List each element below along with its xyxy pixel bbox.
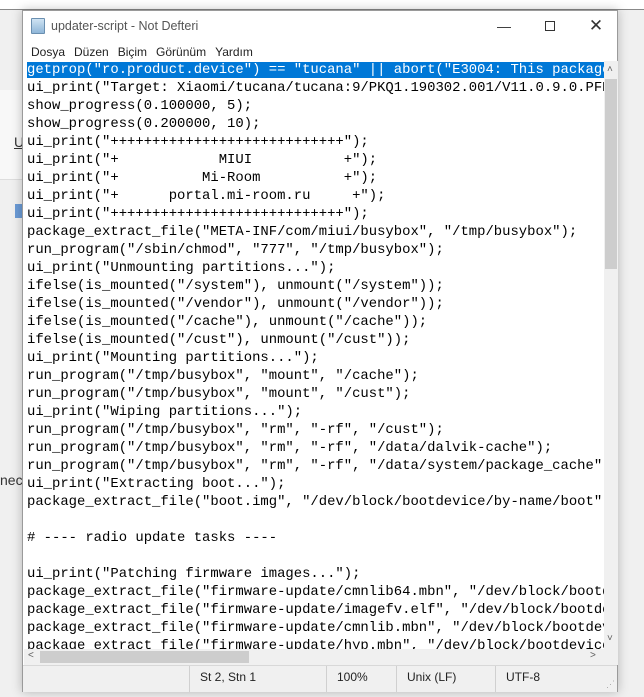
text-line[interactable]: package_extract_file("firmware-update/cm… bbox=[24, 583, 604, 601]
text-line[interactable]: ifelse(is_mounted("/cust"), unmount("/cu… bbox=[24, 331, 604, 349]
cursor-position: St 2, Stn 1 bbox=[189, 666, 256, 692]
menu-help[interactable]: Yardım bbox=[212, 45, 259, 59]
menu-bar: Dosya Düzen Biçim Görünüm Yardım bbox=[23, 41, 617, 63]
text-line[interactable]: ifelse(is_mounted("/cache"), unmount("/c… bbox=[24, 313, 604, 331]
text-line[interactable]: ifelse(is_mounted("/system"), unmount("/… bbox=[24, 277, 604, 295]
text-line[interactable]: ui_print("Patching firmware images..."); bbox=[24, 565, 604, 583]
line-text: ui_print("++++++++++++++++++++++++++++")… bbox=[27, 134, 369, 150]
text-line[interactable]: # ---- radio update tasks ---- bbox=[24, 529, 604, 547]
zoom-level: 100% bbox=[326, 666, 368, 692]
text-line[interactable]: getprop("ro.product.device") == "tucana"… bbox=[24, 61, 604, 79]
text-line[interactable]: ifelse(is_mounted("/vendor"), unmount("/… bbox=[24, 295, 604, 313]
line-ending: Unix (LF) bbox=[396, 666, 456, 692]
resize-grip-icon[interactable]: ⋰ bbox=[606, 679, 615, 690]
line-text: getprop("ro.product.device") == "tucana"… bbox=[27, 62, 604, 78]
text-line[interactable]: ui_print("Target: Xiaomi/tucana/tucana:9… bbox=[24, 79, 604, 97]
minimize-button[interactable]: — bbox=[481, 11, 527, 41]
text-line[interactable]: ui_print("+ portal.mi-room.ru +"); bbox=[24, 187, 604, 205]
line-text: package_extract_file("boot.img", "/dev/b… bbox=[27, 494, 604, 510]
text-line[interactable]: ui_print("Unmounting partitions..."); bbox=[24, 259, 604, 277]
window-title: updater-script - Not Defteri bbox=[51, 19, 199, 33]
close-icon: ✕ bbox=[588, 16, 604, 35]
horizontal-scroll-thumb[interactable] bbox=[40, 651, 249, 663]
line-text: package_extract_file("firmware-update/cm… bbox=[27, 584, 604, 600]
line-text: ui_print("Wiping partitions..."); bbox=[27, 404, 303, 420]
line-text: run_program("/tmp/busybox", "rm", "-rf",… bbox=[27, 440, 553, 456]
text-line[interactable]: package_extract_file("firmware-update/cm… bbox=[24, 619, 604, 637]
menu-view[interactable]: Görünüm bbox=[153, 45, 212, 59]
line-text: package_extract_file("firmware-update/cm… bbox=[27, 620, 604, 636]
scrollbar-corner bbox=[604, 649, 618, 665]
text-line[interactable]: ui_print("+ Mi-Room +"); bbox=[24, 169, 604, 187]
background-window-top bbox=[0, 0, 644, 10]
minimize-icon: — bbox=[497, 18, 511, 34]
line-text: package_extract_file("firmware-update/im… bbox=[27, 602, 604, 618]
menu-edit[interactable]: Düzen bbox=[71, 45, 115, 59]
line-text: ui_print("Extracting boot..."); bbox=[27, 476, 286, 492]
notepad-window: updater-script - Not Defteri — ✕ Dosya D… bbox=[22, 10, 618, 692]
text-line[interactable]: run_program("/tmp/busybox", "rm", "-rf",… bbox=[24, 457, 604, 475]
notepad-icon bbox=[31, 18, 45, 34]
maximize-button[interactable] bbox=[527, 11, 573, 41]
text-line[interactable]: package_extract_file("boot.img", "/dev/b… bbox=[24, 493, 604, 511]
line-text: ui_print("Unmounting partitions..."); bbox=[27, 260, 336, 276]
status-bar: St 2, Stn 1 100% Unix (LF) UTF-8 ⋰ bbox=[23, 665, 617, 692]
text-line[interactable]: ui_print("Mounting partitions..."); bbox=[24, 349, 604, 367]
line-text: run_program("/tmp/busybox", "mount", "/c… bbox=[27, 386, 411, 402]
vertical-scrollbar[interactable]: ˄ ˅ bbox=[604, 61, 618, 649]
text-line[interactable]: package_extract_file("firmware-update/im… bbox=[24, 601, 604, 619]
text-line[interactable]: show_progress(0.100000, 5); bbox=[24, 97, 604, 115]
text-line[interactable] bbox=[24, 547, 604, 565]
line-text: run_program("/tmp/busybox", "mount", "/c… bbox=[27, 368, 419, 384]
text-line[interactable]: run_program("/tmp/busybox", "rm", "-rf",… bbox=[24, 421, 604, 439]
line-text: ifelse(is_mounted("/system"), unmount("/… bbox=[27, 278, 444, 294]
scroll-up-icon[interactable]: ˄ bbox=[607, 64, 613, 75]
line-text: show_progress(0.100000, 5); bbox=[27, 98, 253, 114]
text-line[interactable]: ui_print("++++++++++++++++++++++++++++")… bbox=[24, 205, 604, 223]
menu-format[interactable]: Biçim bbox=[115, 45, 153, 59]
line-text: show_progress(0.200000, 10); bbox=[27, 116, 261, 132]
close-button[interactable]: ✕ bbox=[573, 11, 619, 41]
text-editor[interactable]: getprop("ro.product.device") == "tucana"… bbox=[24, 61, 604, 649]
text-line[interactable]: ui_print("++++++++++++++++++++++++++++")… bbox=[24, 133, 604, 151]
text-line[interactable]: ui_print("Wiping partitions..."); bbox=[24, 403, 604, 421]
line-text: ui_print("+ portal.mi-room.ru +"); bbox=[27, 188, 386, 204]
line-text: run_program("/tmp/busybox", "rm", "-rf",… bbox=[27, 458, 604, 474]
background-text-fragment: nec bbox=[0, 472, 23, 488]
line-text: ui_print("Target: Xiaomi/tucana/tucana:9… bbox=[27, 80, 604, 96]
scroll-down-icon[interactable]: ˅ bbox=[607, 633, 613, 644]
line-text: # ---- radio update tasks ---- bbox=[27, 530, 278, 546]
line-text: ui_print("+ Mi-Room +"); bbox=[27, 170, 378, 186]
encoding: UTF-8 bbox=[495, 666, 540, 692]
line-text: ui_print("++++++++++++++++++++++++++++")… bbox=[27, 206, 369, 222]
text-line[interactable]: package_extract_file("META-INF/com/miui/… bbox=[24, 223, 604, 241]
line-text: run_program("/sbin/chmod", "777", "/tmp/… bbox=[27, 242, 444, 258]
line-text: ui_print("Mounting partitions..."); bbox=[27, 350, 319, 366]
text-line[interactable]: ui_print("Extracting boot..."); bbox=[24, 475, 604, 493]
line-text: package_extract_file("META-INF/com/miui/… bbox=[27, 224, 578, 240]
line-text: run_program("/tmp/busybox", "rm", "-rf",… bbox=[27, 422, 444, 438]
text-line[interactable]: run_program("/tmp/busybox", "rm", "-rf",… bbox=[24, 439, 604, 457]
line-text: ui_print("Patching firmware images..."); bbox=[27, 566, 361, 582]
text-line[interactable]: run_program("/tmp/busybox", "mount", "/c… bbox=[24, 385, 604, 403]
text-line[interactable] bbox=[24, 511, 604, 529]
horizontal-scrollbar[interactable]: < > bbox=[24, 649, 604, 665]
scroll-left-icon[interactable]: < bbox=[28, 650, 34, 661]
vertical-scroll-thumb[interactable] bbox=[605, 79, 617, 269]
text-line[interactable]: show_progress(0.200000, 10); bbox=[24, 115, 604, 133]
text-line[interactable]: run_program("/tmp/busybox", "mount", "/c… bbox=[24, 367, 604, 385]
title-bar[interactable]: updater-script - Not Defteri — ✕ bbox=[23, 11, 617, 41]
line-text: ifelse(is_mounted("/cache"), unmount("/c… bbox=[27, 314, 428, 330]
line-text: ifelse(is_mounted("/vendor"), unmount("/… bbox=[27, 296, 444, 312]
text-line[interactable]: ui_print("+ MIUI +"); bbox=[24, 151, 604, 169]
text-line[interactable]: run_program("/sbin/chmod", "777", "/tmp/… bbox=[24, 241, 604, 259]
text-line[interactable]: package_extract_file("firmware-update/hy… bbox=[24, 637, 604, 649]
maximize-icon bbox=[545, 21, 555, 31]
line-text: ui_print("+ MIUI +"); bbox=[27, 152, 378, 168]
scroll-right-icon[interactable]: > bbox=[590, 650, 596, 661]
line-text: package_extract_file("firmware-update/hy… bbox=[27, 638, 604, 649]
line-text: ifelse(is_mounted("/cust"), unmount("/cu… bbox=[27, 332, 411, 348]
menu-file[interactable]: Dosya bbox=[28, 45, 71, 59]
